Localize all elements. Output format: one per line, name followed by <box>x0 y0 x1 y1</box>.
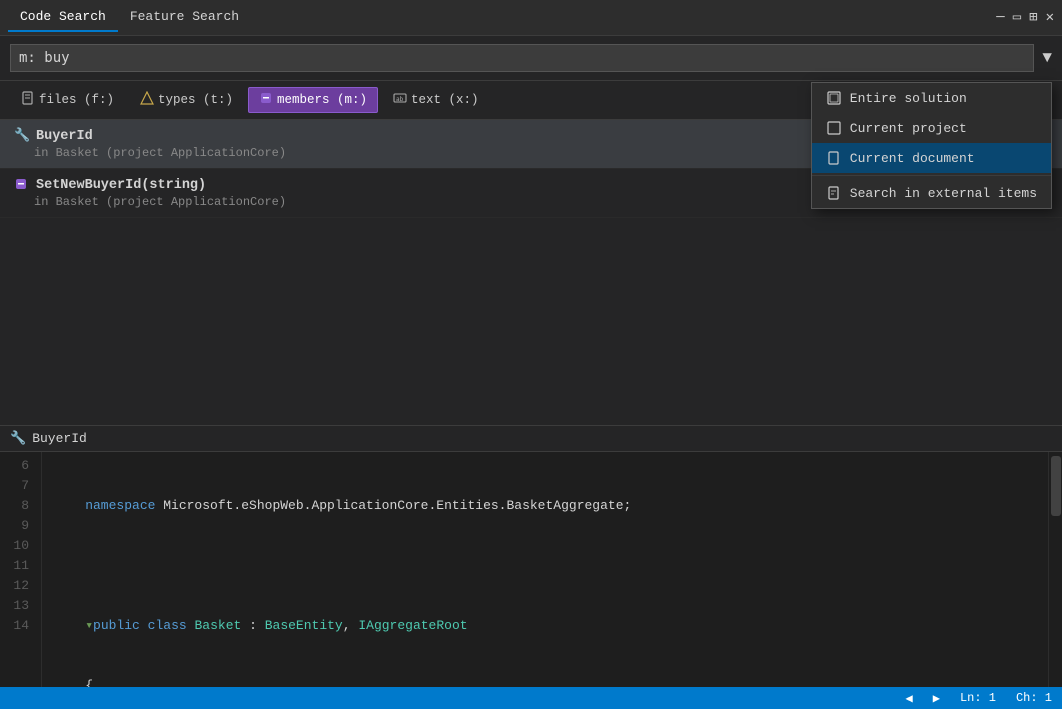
types-tab-icon <box>140 91 154 109</box>
pin-icon[interactable]: ⊞ <box>1029 9 1037 26</box>
code-editor[interactable]: namespace Microsoft.eShopWeb.Application… <box>42 452 1048 703</box>
dropdown-current-document[interactable]: Current document <box>812 143 1051 173</box>
title-bar: Code Search Feature Search ─ ▭ ⊞ ✕ <box>0 0 1062 36</box>
window-controls: ─ ▭ ⊞ ✕ <box>996 9 1054 26</box>
code-header: 🔧 BuyerId <box>0 426 1062 452</box>
search-external-icon <box>826 185 842 201</box>
close-icon[interactable]: ✕ <box>1046 9 1054 26</box>
tab-text[interactable]: ab text (x:) <box>382 87 490 113</box>
tab-code-search[interactable]: Code Search <box>8 3 118 32</box>
line-numbers: 6 7 8 9 10 11 12 13 14 <box>0 452 42 703</box>
current-document-icon <box>826 150 842 166</box>
line-num-11: 11 <box>8 556 29 576</box>
members-tab-icon <box>259 91 273 109</box>
text-tab-label: text (x:) <box>411 93 479 107</box>
status-scroll-right[interactable]: ▶ <box>933 691 940 706</box>
dropdown-entire-solution[interactable]: Entire solution <box>812 83 1051 113</box>
status-ln: Ln: 1 <box>960 691 996 705</box>
status-bar: ◀ ▶ Ln: 1 Ch: 1 <box>0 687 1062 709</box>
members-tab-label: members (m:) <box>277 93 367 107</box>
current-project-label: Current project <box>850 121 967 136</box>
tab-feature-search[interactable]: Feature Search <box>118 3 251 32</box>
tab-members[interactable]: members (m:) <box>248 87 378 113</box>
scope-dropdown-menu: Entire solution Current project Current … <box>811 82 1052 209</box>
search-panel: ▼ files (f:) types (t:) members (m:) ab <box>0 36 1062 426</box>
wrench-icon-1: 🔧 <box>14 128 30 144</box>
minimize-icon[interactable]: ─ <box>996 10 1004 26</box>
code-line-8: ▾ public class Basket : BaseEntity , IAg… <box>54 616 1048 636</box>
tab-types[interactable]: types (t:) <box>129 87 244 113</box>
search-input-row: ▼ <box>0 36 1062 81</box>
text-tab-icon: ab <box>393 91 407 109</box>
dropdown-arrow-icon[interactable]: ▼ <box>1042 49 1052 67</box>
entire-solution-icon <box>826 90 842 106</box>
svg-text:ab: ab <box>396 96 404 103</box>
search-external-label: Search in external items <box>850 186 1037 201</box>
types-tab-label: types (t:) <box>158 93 233 107</box>
code-panel: 🔧 BuyerId 6 7 8 9 10 11 12 13 14 namespa… <box>0 426 1062 709</box>
search-input[interactable] <box>10 44 1034 72</box>
entire-solution-label: Entire solution <box>850 91 967 106</box>
restore-icon[interactable]: ▭ <box>1013 9 1021 26</box>
dropdown-current-project[interactable]: Current project <box>812 113 1051 143</box>
code-header-title: BuyerId <box>32 431 87 446</box>
result-title-1: BuyerId <box>36 129 93 144</box>
code-header-wrench-icon: 🔧 <box>10 431 26 446</box>
line-num-12: 12 <box>8 576 29 596</box>
scrollbar-thumb[interactable] <box>1051 456 1061 516</box>
line-num-9: 9 <box>8 516 29 536</box>
dropdown-divider <box>812 175 1051 176</box>
status-scroll-left[interactable]: ◀ <box>906 691 913 706</box>
line-num-8: 8 <box>8 496 29 516</box>
current-document-label: Current document <box>850 151 975 166</box>
current-project-icon <box>826 120 842 136</box>
code-content: 6 7 8 9 10 11 12 13 14 namespace Microso… <box>0 452 1062 703</box>
tab-files[interactable]: files (f:) <box>10 87 125 113</box>
code-line-7 <box>54 556 1048 576</box>
fold-arrow-8: ▾ <box>54 616 93 636</box>
status-ch: Ch: 1 <box>1016 691 1052 705</box>
file-tab-icon <box>21 91 35 109</box>
line-num-14: 14 <box>8 616 29 636</box>
code-line-6: namespace Microsoft.eShopWeb.Application… <box>54 496 1048 516</box>
code-scrollbar[interactable] <box>1048 452 1062 703</box>
kw-namespace: namespace <box>54 496 155 516</box>
files-tab-label: files (f:) <box>39 93 114 107</box>
line-num-10: 10 <box>8 536 29 556</box>
member-icon-2 <box>14 177 30 193</box>
line-num-13: 13 <box>8 596 29 616</box>
dropdown-search-external[interactable]: Search in external items <box>812 178 1051 208</box>
line-num-7: 7 <box>8 476 29 496</box>
line-num-6: 6 <box>8 456 29 476</box>
result-title-2: SetNewBuyerId(string) <box>36 178 206 193</box>
